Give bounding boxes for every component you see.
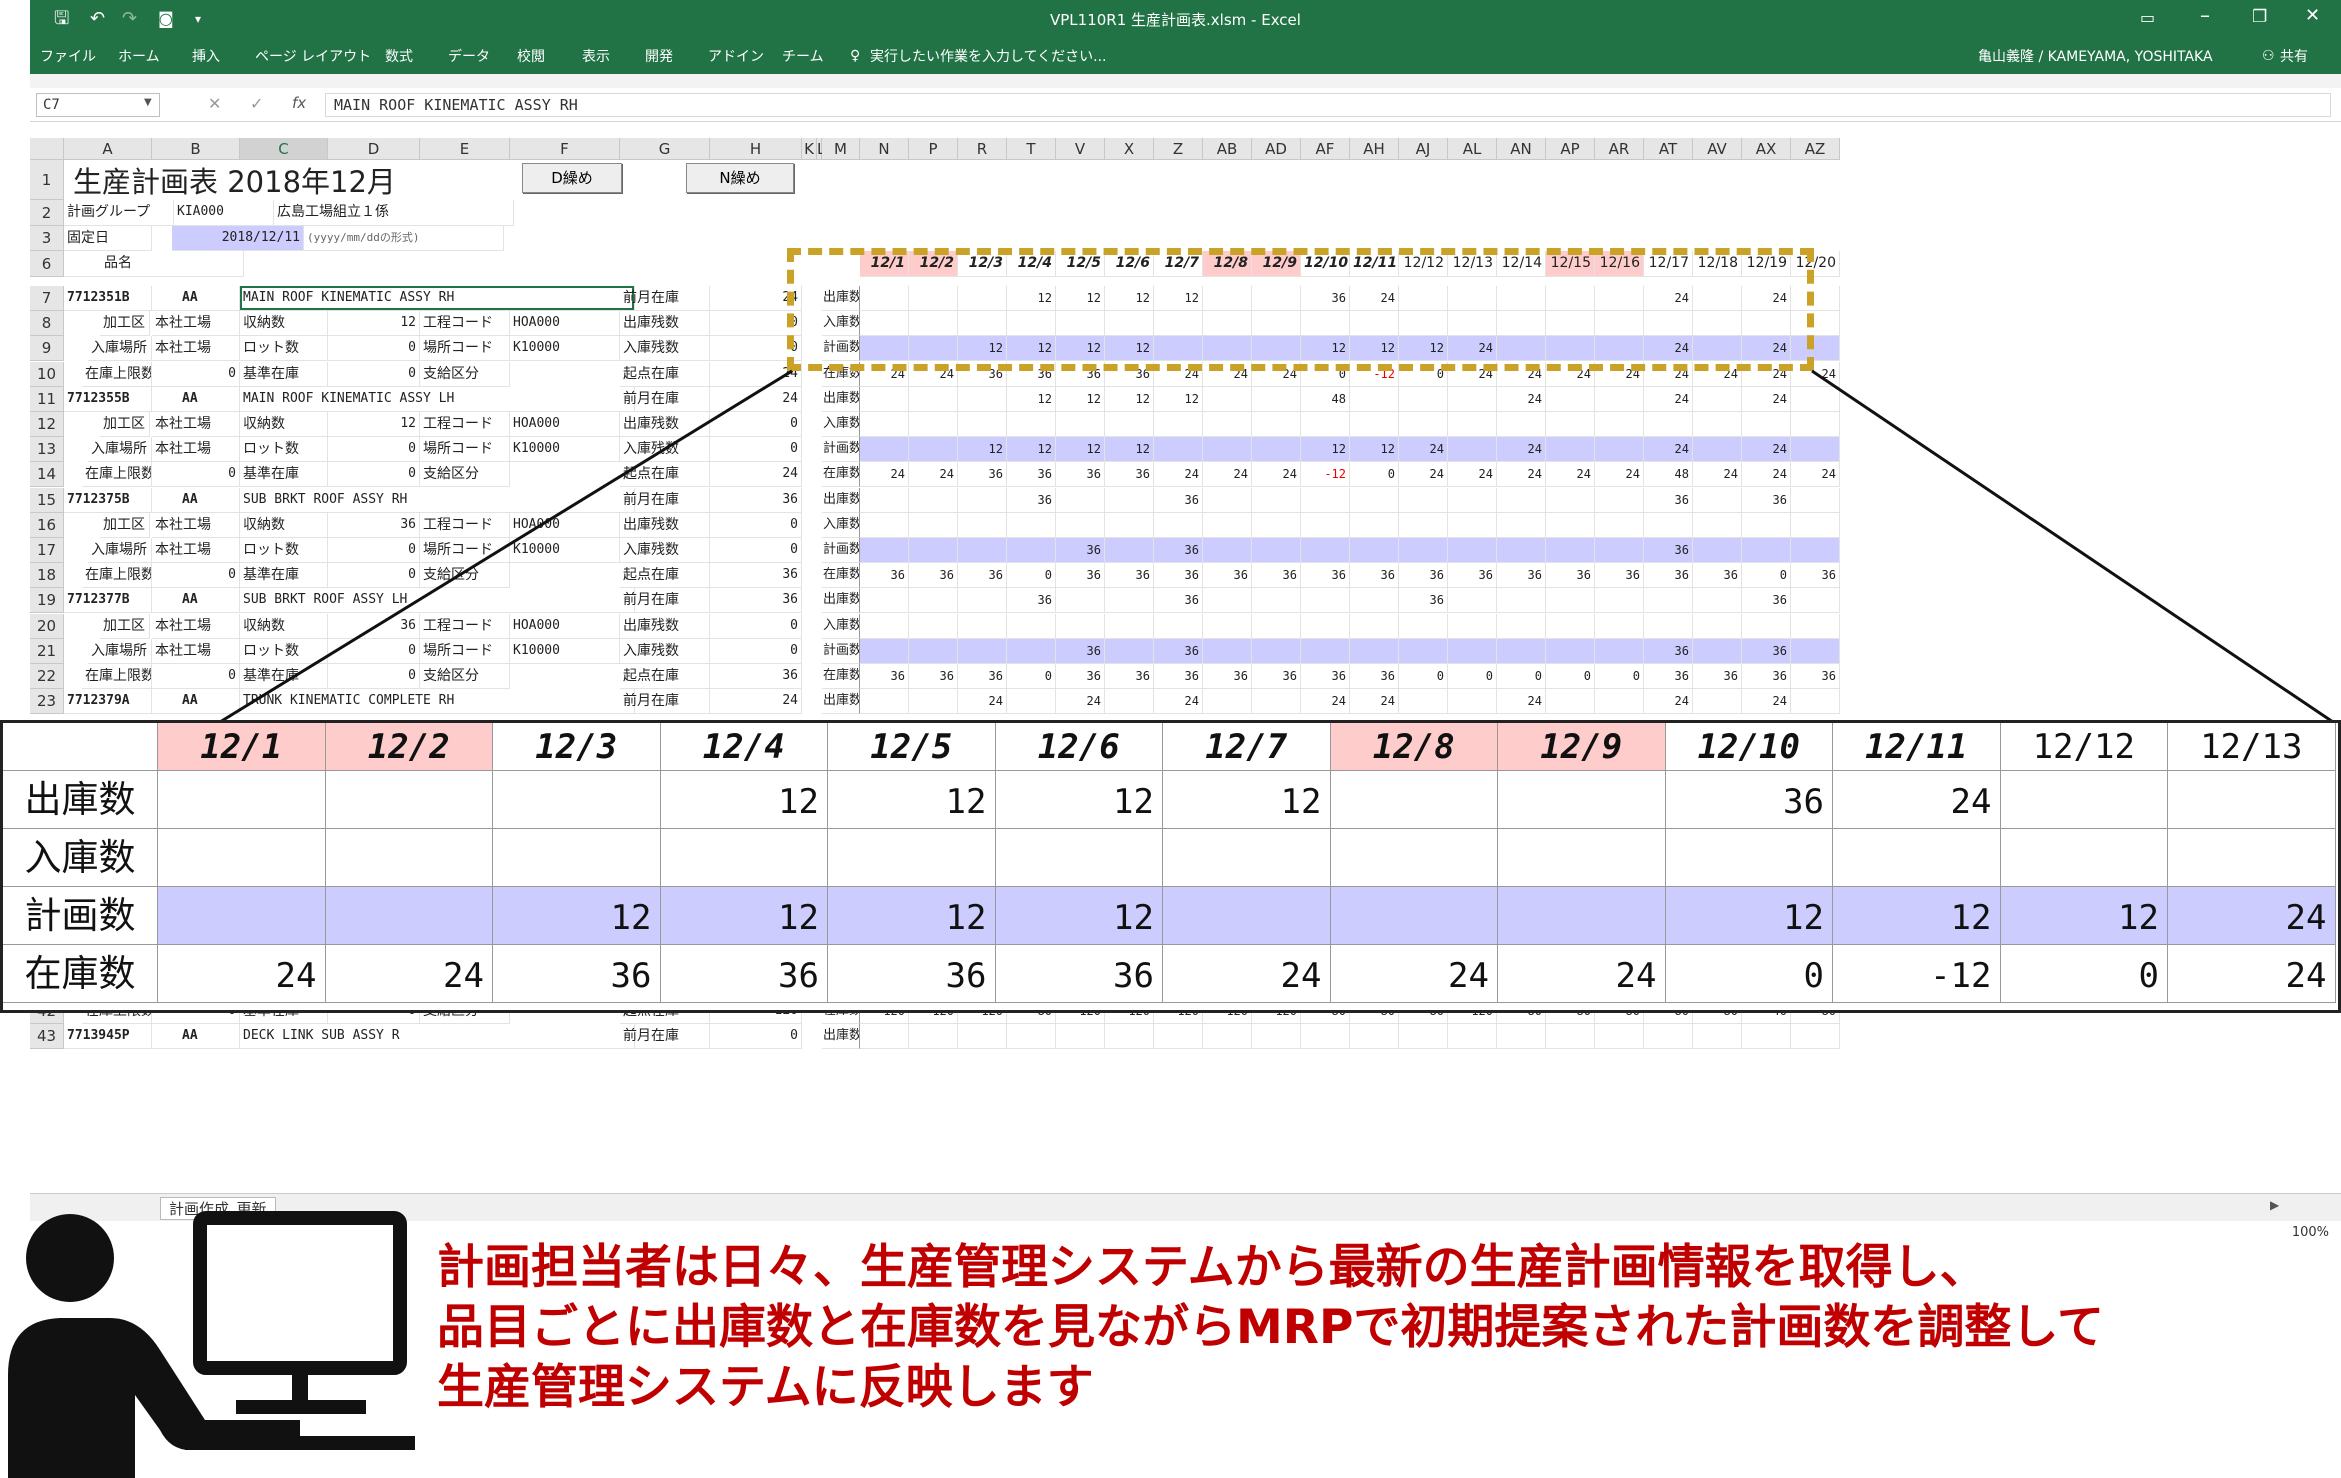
zoom-cell: [325, 771, 493, 829]
zoom-date-header: 12/4: [660, 723, 828, 771]
zoom-cell: [995, 829, 1163, 887]
zoom-date-header: 12/12: [2000, 723, 2168, 771]
zoom-cell: 36: [660, 945, 828, 1003]
zoom-cell: 12: [1163, 771, 1331, 829]
zoom-cell: 12: [828, 887, 996, 945]
person-at-computer-icon: [8, 1211, 415, 1478]
zoom-corner: [3, 723, 158, 771]
zoom-cell: [660, 829, 828, 887]
zoom-cell: -12: [1833, 945, 2001, 1003]
zoom-cell: 12: [828, 771, 996, 829]
zoom-date-header: 12/9: [1498, 723, 1666, 771]
caption-line-2: 品目ごとに出庫数と在庫数を見ながらMRPで初期提案された計画数を調整して: [437, 1300, 2104, 1355]
zoom-cell: [1498, 887, 1666, 945]
zoom-cell: [158, 887, 326, 945]
zoom-cell: [1163, 887, 1331, 945]
zoom-cell: 12: [493, 887, 661, 945]
caption-line-1: 計画担当者は日々、生産管理システムから最新の生産計画情報を取得し、: [437, 1240, 1987, 1295]
zoom-cell: 36: [828, 945, 996, 1003]
zoom-date-header: 12/10: [1665, 723, 1833, 771]
caption: 計画担当者は日々、生産管理システムから最新の生産計画情報を取得し、 品目ごとに出…: [437, 1238, 2337, 1418]
zoom-cell: 36: [1665, 771, 1833, 829]
zoom-cell: 0: [2000, 945, 2168, 1003]
zoom-date-header: 12/13: [2168, 723, 2336, 771]
zoom-cell: [2000, 771, 2168, 829]
zoom-cell: [493, 829, 661, 887]
connector-right: [1811, 369, 2334, 724]
zoom-cell: 24: [1330, 945, 1498, 1003]
zoom-cell: 24: [1498, 945, 1666, 1003]
zoom-cell: 12: [2000, 887, 2168, 945]
zoom-cell: 36: [995, 945, 1163, 1003]
zoom-cell: 24: [158, 945, 326, 1003]
zoom-cell: 12: [660, 771, 828, 829]
zoom-cell: [1498, 771, 1666, 829]
zoom-cell: 36: [493, 945, 661, 1003]
zoom-cell: [2000, 829, 2168, 887]
zoom-cell: [2168, 771, 2336, 829]
zoom-cell: 12: [995, 887, 1163, 945]
zoom-cell: [1833, 829, 2001, 887]
zoom-cell: 24: [1833, 771, 2001, 829]
zoom-cell: [325, 829, 493, 887]
zoom-cell: 12: [995, 771, 1163, 829]
zoom-cell: [1498, 829, 1666, 887]
caption-line-3: 生産管理システムに反映します: [437, 1360, 1094, 1415]
zoom-cell: [158, 771, 326, 829]
zoom-kind-label: 入庫数: [3, 829, 158, 887]
zoom-kind-label: 計画数: [3, 887, 158, 945]
zoom-cell: [325, 887, 493, 945]
zoom-cell: [1330, 771, 1498, 829]
connector-left: [219, 369, 793, 724]
zoom-kind-label: 出庫数: [3, 771, 158, 829]
zoom-cell: 12: [1833, 887, 2001, 945]
zoom-cell: 24: [325, 945, 493, 1003]
zoom-cell: 12: [660, 887, 828, 945]
zoom-cell: [158, 829, 326, 887]
zoom-cell: [493, 771, 661, 829]
zoom-cell: 0: [1665, 945, 1833, 1003]
zoom-cell: [1665, 829, 1833, 887]
zoom-cell: [1330, 887, 1498, 945]
zoom-date-header: 12/6: [995, 723, 1163, 771]
zoom-cell: [828, 829, 996, 887]
slide: 🖫 ↶ ↷ ◙ ▾ VPL110R1 生産計画表.xlsm - Excel ▭ …: [0, 0, 2341, 1478]
zoom-cell: 12: [1665, 887, 1833, 945]
zoom-date-header: 12/3: [493, 723, 661, 771]
zoom-cell: [1330, 829, 1498, 887]
zoom-panel: 12/1 12/2 12/3 12/4 12/5 12/6 12/7 12/8 12/9 12/1…: [0, 720, 2341, 1013]
zoom-date-header: 12/2: [325, 723, 493, 771]
zoom-cell: 24: [2168, 945, 2336, 1003]
zoom-date-header: 12/5: [828, 723, 996, 771]
zoom-date-header: 12/11: [1833, 723, 2001, 771]
zoom-date-header: 12/7: [1163, 723, 1331, 771]
zoom-cell: 24: [2168, 887, 2336, 945]
zoom-cell: [2168, 829, 2336, 887]
zoom-date-header: 12/8: [1330, 723, 1498, 771]
zoom-kind-label: 在庫数: [3, 945, 158, 1003]
zoom-date-header: 12/1: [158, 723, 326, 771]
zoom-cell: 24: [1163, 945, 1331, 1003]
zoom-cell: [1163, 829, 1331, 887]
